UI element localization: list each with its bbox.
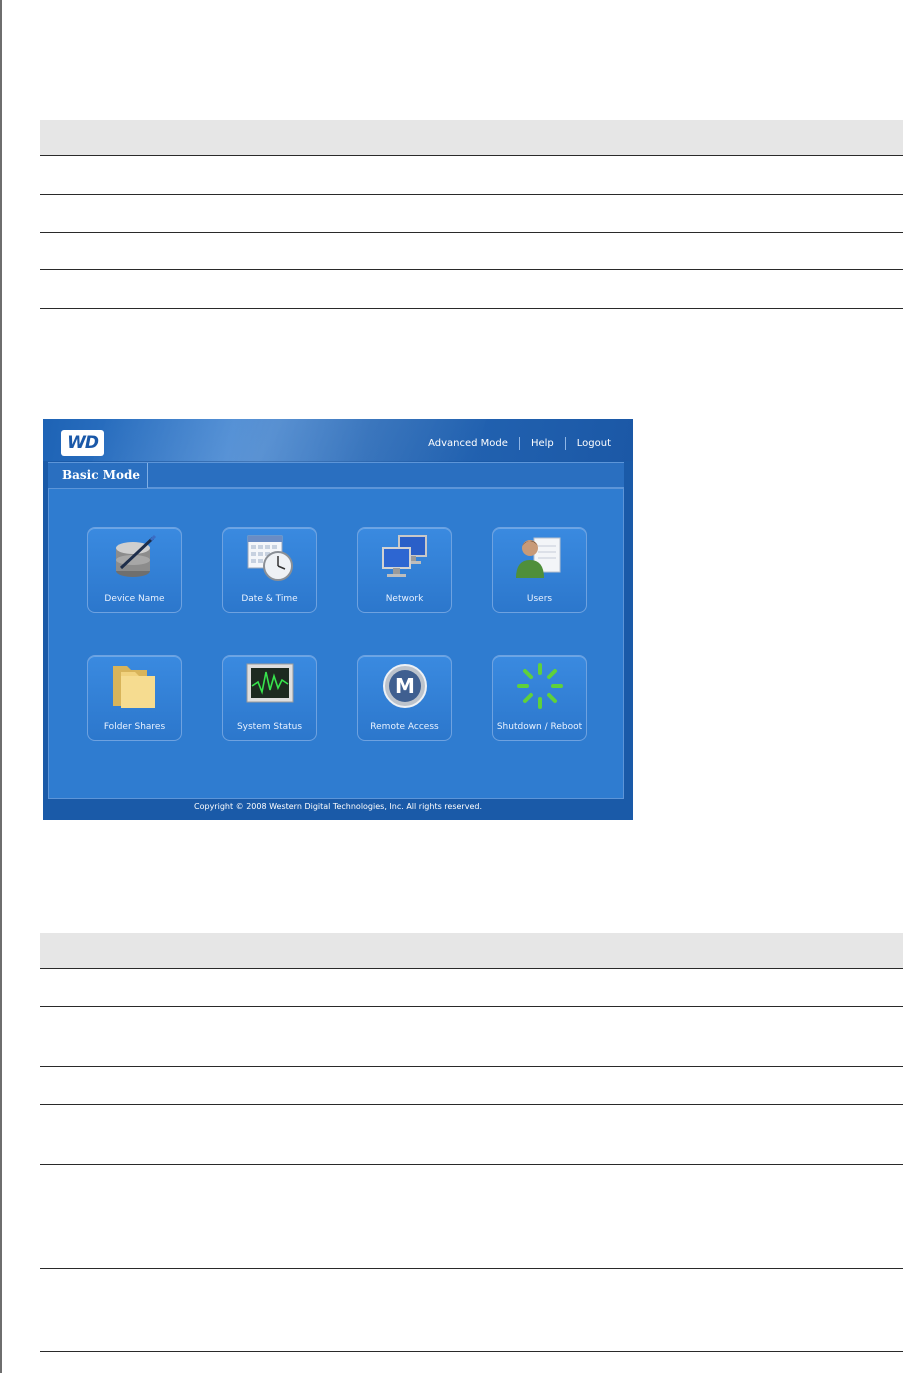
bottom-table [40,933,903,1352]
copyright-footer: Copyright © 2008 Western Digital Technol… [194,802,482,811]
advanced-mode-link[interactable]: Advanced Mode [428,438,508,449]
network-button[interactable]: Network [357,527,452,613]
basic-mode-screenshot: WD Advanced Mode Help Logout Basic Mode … [43,419,633,820]
tile-label: Folder Shares [103,722,166,732]
spinner-icon [517,663,563,709]
tile-label: System Status [236,722,303,732]
folder-shares-button[interactable]: Folder Shares [87,655,182,741]
monitor-chart-icon [246,663,294,703]
table-row [40,1067,903,1105]
remote-access-button[interactable]: M Remote Access [357,655,452,741]
network-computers-icon [382,535,427,577]
svg-text:M: M [395,674,415,698]
database-pen-icon [116,534,157,577]
tile-label: Date & Time [241,594,298,604]
table-header-row [40,933,903,969]
tab-basic-mode[interactable]: Basic Mode [48,463,148,489]
table-row [40,1007,903,1067]
basic-mode-panel: Device Name Date & Time Network Users Fo… [48,488,624,799]
tab-bar: Basic Mode [48,462,624,489]
app-header: WD Advanced Mode Help Logout [43,419,633,469]
table-row [40,969,903,1007]
folder-icon [113,666,155,708]
calendar-clock-icon [247,535,293,581]
date-time-button[interactable]: Date & Time [222,527,317,613]
table-row [40,156,903,195]
top-nav: Advanced Mode Help Logout [428,437,611,450]
m-logo-icon: M [383,664,427,708]
table-header-row [40,120,903,156]
page-margin-line [0,0,2,1373]
tile-label: Network [385,594,424,604]
help-link[interactable]: Help [531,438,554,449]
table-row [40,270,903,309]
wd-logo: WD [61,430,104,456]
system-status-button[interactable]: System Status [222,655,317,741]
table-row [40,1269,903,1352]
logout-link[interactable]: Logout [577,438,611,449]
shutdown-reboot-button[interactable]: Shutdown / Reboot [492,655,587,741]
tile-label: Device Name [104,594,165,604]
table-row [40,233,903,270]
users-button[interactable]: Users [492,527,587,613]
tile-label: Remote Access [370,722,439,732]
device-name-button[interactable]: Device Name [87,527,182,613]
user-icon [516,537,561,578]
top-table [40,120,903,309]
table-row [40,1105,903,1165]
table-row [40,195,903,233]
tile-label: Users [526,594,553,604]
table-row [40,1165,903,1269]
tile-label: Shutdown / Reboot [496,722,583,732]
